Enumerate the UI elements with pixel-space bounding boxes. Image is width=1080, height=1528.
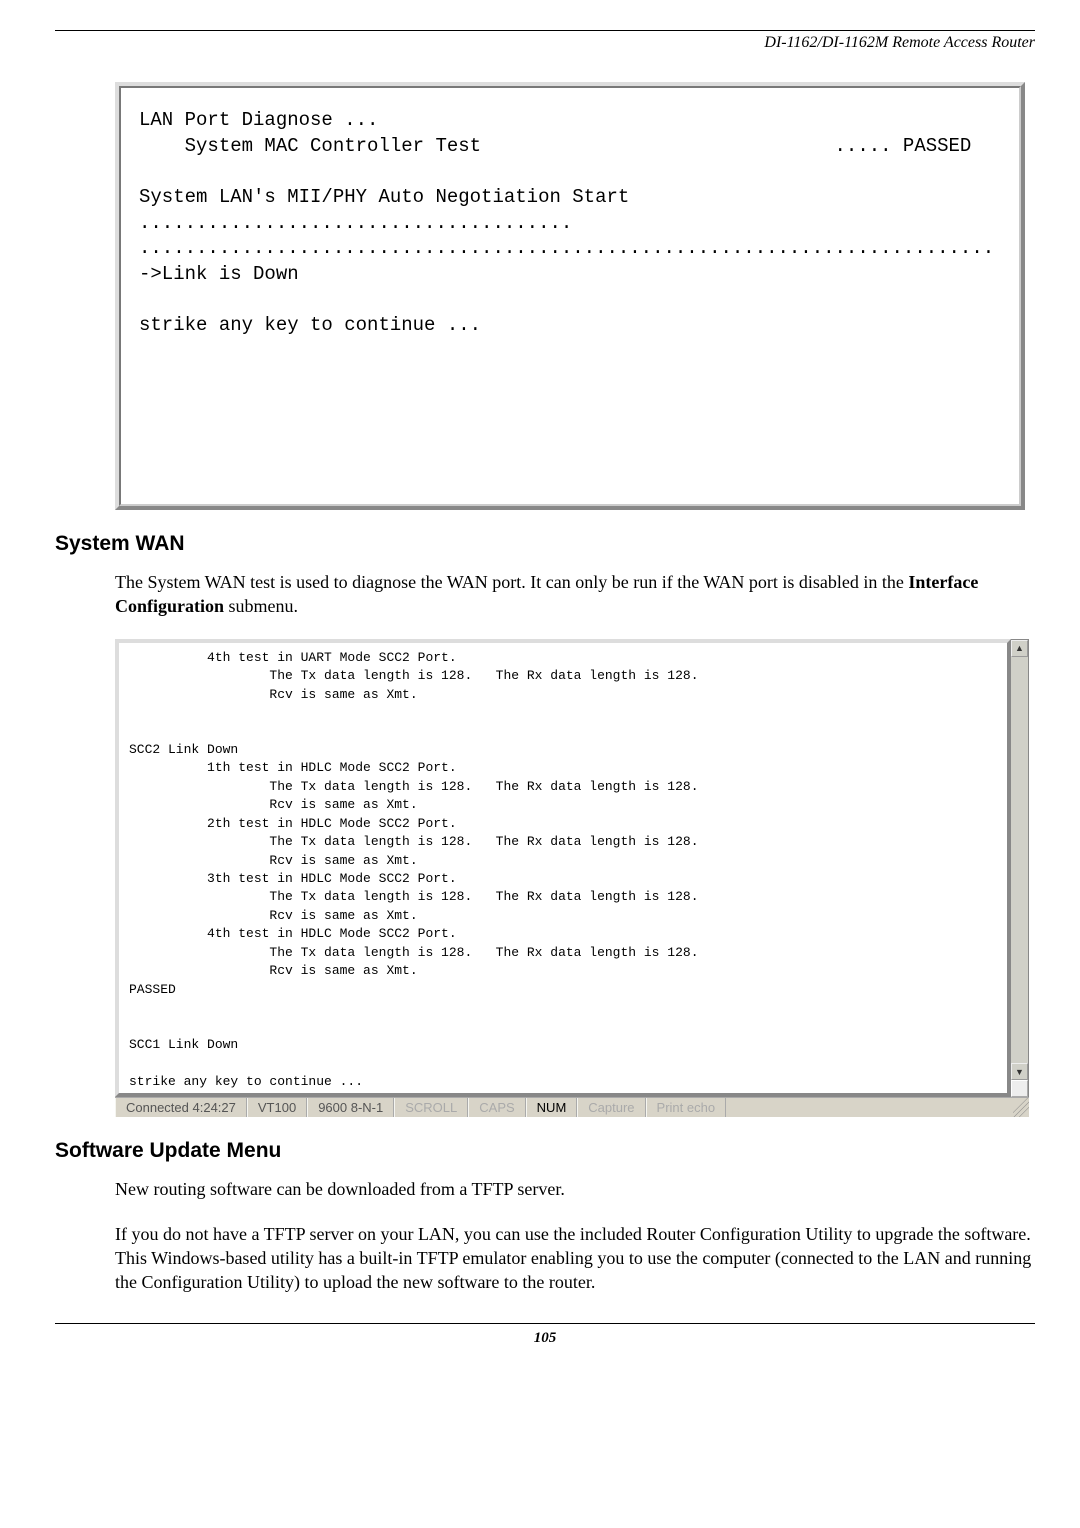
status-emulation: VT100 [247, 1098, 307, 1117]
terminal-wan-wrapper: 4th test in UART Mode SCC2 Port. The Tx … [115, 639, 1029, 1098]
status-capture: Capture [577, 1098, 645, 1117]
paragraph-system-wan: The System WAN test is used to diagnose … [115, 570, 1035, 619]
heading-system-wan: System WAN [55, 532, 1035, 556]
resize-grip-icon [1011, 1080, 1028, 1097]
terminal-lan-diagnose: LAN Port Diagnose ... System MAC Control… [115, 82, 1025, 510]
terminal-wan-output: 4th test in UART Mode SCC2 Port. The Tx … [119, 643, 1007, 1094]
header-rule [55, 30, 1035, 31]
paragraph-update-2: If you do not have a TFTP server on your… [115, 1222, 1035, 1295]
scroll-track[interactable] [1011, 657, 1028, 1064]
paragraph-update-1: New routing software can be downloaded f… [115, 1177, 1035, 1201]
status-connected: Connected 4:24:27 [115, 1098, 247, 1117]
terminal-wan: 4th test in UART Mode SCC2 Port. The Tx … [115, 639, 1011, 1098]
scrollbar[interactable]: ▲ ▼ [1011, 639, 1029, 1098]
statusbar: Connected 4:24:27 VT100 9600 8-N-1 SCROL… [115, 1097, 1029, 1117]
status-resize-icon [1013, 1098, 1029, 1117]
status-printecho: Print echo [646, 1098, 727, 1117]
page-number: 105 [55, 1330, 1035, 1347]
status-scroll: SCROLL [394, 1098, 468, 1117]
status-port: 9600 8-N-1 [307, 1098, 394, 1117]
status-caps: CAPS [468, 1098, 525, 1117]
terminal-lan-output: LAN Port Diagnose ... System MAC Control… [139, 108, 1001, 339]
header-product: DI-1162/DI-1162M Remote Access Router [55, 34, 1035, 52]
scroll-up-icon[interactable]: ▲ [1011, 640, 1028, 657]
wan-para-suffix: submenu. [224, 596, 298, 616]
status-num: NUM [526, 1098, 578, 1117]
heading-software-update: Software Update Menu [55, 1139, 1035, 1163]
footer-rule [55, 1323, 1035, 1324]
wan-para-prefix: The System WAN test is used to diagnose … [115, 572, 908, 592]
scroll-down-icon[interactable]: ▼ [1011, 1063, 1028, 1080]
